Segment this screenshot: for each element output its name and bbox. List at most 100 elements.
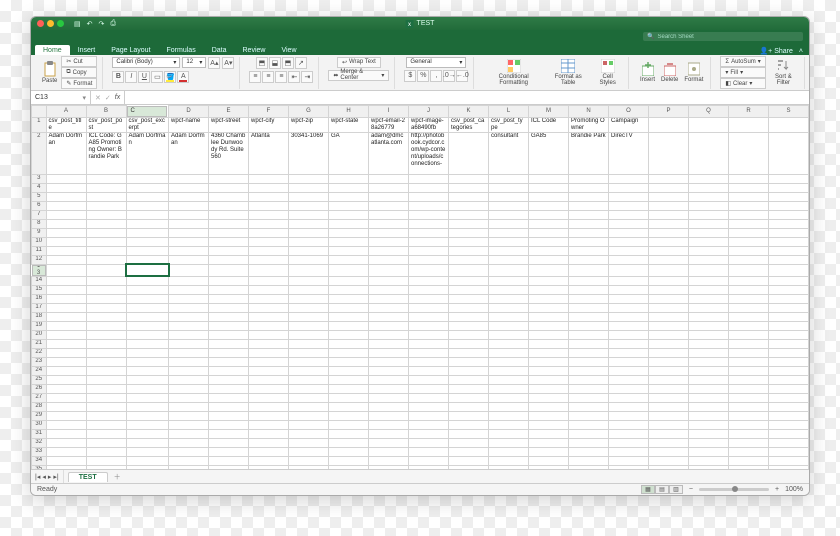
cell[interactable]	[569, 447, 609, 456]
cell[interactable]	[649, 210, 689, 219]
cell[interactable]	[329, 465, 369, 469]
tab-home[interactable]: Home	[35, 45, 70, 55]
cell[interactable]	[769, 312, 809, 321]
cell[interactable]	[569, 438, 609, 447]
cell[interactable]	[169, 339, 209, 348]
cell[interactable]	[289, 393, 329, 402]
cell[interactable]: wpcf-state	[329, 117, 369, 132]
row-header[interactable]: 30	[32, 420, 47, 429]
cell[interactable]	[86, 285, 126, 294]
cell[interactable]	[449, 237, 489, 246]
cell[interactable]	[46, 411, 86, 420]
cell[interactable]	[769, 201, 809, 210]
cell[interactable]: csv_post_categories	[449, 117, 489, 132]
cell[interactable]	[209, 201, 249, 210]
cell[interactable]	[249, 348, 289, 357]
cell[interactable]	[249, 303, 289, 312]
cell[interactable]: Atlanta	[249, 132, 289, 174]
cell[interactable]	[449, 264, 489, 276]
increase-font-button[interactable]: A▴	[208, 57, 220, 69]
cell[interactable]	[369, 339, 409, 348]
cell[interactable]	[529, 393, 569, 402]
next-sheet-button[interactable]: ▸	[48, 473, 52, 481]
cell[interactable]	[609, 393, 649, 402]
cell[interactable]	[689, 330, 729, 339]
cell[interactable]	[649, 174, 689, 183]
cell[interactable]	[689, 294, 729, 303]
cell[interactable]	[409, 384, 449, 393]
cell[interactable]	[569, 237, 609, 246]
cell[interactable]	[449, 174, 489, 183]
cell[interactable]	[86, 465, 126, 469]
cell[interactable]	[769, 228, 809, 237]
cell[interactable]	[769, 303, 809, 312]
cell[interactable]	[329, 294, 369, 303]
cell[interactable]	[209, 465, 249, 469]
cell[interactable]	[569, 192, 609, 201]
minimize-window-button[interactable]	[47, 20, 54, 27]
cell[interactable]	[649, 312, 689, 321]
cell[interactable]	[209, 429, 249, 438]
percent-button[interactable]: %	[417, 70, 429, 82]
currency-button[interactable]: $	[404, 70, 416, 82]
cell[interactable]	[409, 285, 449, 294]
cell[interactable]	[46, 438, 86, 447]
cell[interactable]	[46, 183, 86, 192]
row-header[interactable]: 9	[32, 228, 47, 237]
cell[interactable]	[209, 303, 249, 312]
cell[interactable]	[369, 201, 409, 210]
cell[interactable]	[409, 393, 449, 402]
cell[interactable]	[729, 228, 769, 237]
cell[interactable]	[529, 264, 569, 276]
cell[interactable]	[409, 465, 449, 469]
cell[interactable]	[729, 402, 769, 411]
cell[interactable]	[569, 303, 609, 312]
row-header[interactable]: 12	[32, 255, 47, 264]
cell[interactable]	[249, 339, 289, 348]
cell[interactable]	[649, 438, 689, 447]
zoom-slider[interactable]	[699, 488, 769, 491]
row-header[interactable]: 6	[32, 201, 47, 210]
cell[interactable]	[169, 447, 209, 456]
cell[interactable]	[689, 132, 729, 174]
row-header[interactable]: 14	[32, 276, 47, 285]
cell[interactable]	[649, 294, 689, 303]
cell[interactable]	[289, 312, 329, 321]
cell[interactable]	[769, 237, 809, 246]
cell[interactable]	[729, 321, 769, 330]
cell[interactable]	[169, 393, 209, 402]
cell[interactable]	[126, 294, 169, 303]
row-header[interactable]: 18	[32, 312, 47, 321]
cell[interactable]	[729, 447, 769, 456]
cell[interactable]: wpcf-email-28a26779	[369, 117, 409, 132]
cell[interactable]	[126, 330, 169, 339]
cell[interactable]	[489, 429, 529, 438]
cell[interactable]	[126, 465, 169, 469]
row-header[interactable]: 26	[32, 384, 47, 393]
cell[interactable]	[569, 174, 609, 183]
cell[interactable]: GA85	[529, 132, 569, 174]
cell[interactable]	[609, 276, 649, 285]
cell[interactable]	[289, 246, 329, 255]
cell[interactable]: Adam Dorfman	[126, 132, 169, 174]
cell[interactable]	[769, 447, 809, 456]
cell[interactable]	[86, 303, 126, 312]
cell[interactable]	[409, 321, 449, 330]
cell[interactable]	[689, 447, 729, 456]
format-painter-button[interactable]: ✎Format	[61, 78, 97, 89]
cell[interactable]	[369, 411, 409, 420]
cell[interactable]	[46, 420, 86, 429]
cell[interactable]: wpcf-city	[249, 117, 289, 132]
cell[interactable]	[46, 264, 86, 276]
cell[interactable]	[289, 330, 329, 339]
cell[interactable]	[449, 294, 489, 303]
cell[interactable]	[46, 348, 86, 357]
add-sheet-button[interactable]: ＋	[114, 472, 121, 482]
cell[interactable]	[249, 357, 289, 366]
cell[interactable]	[289, 192, 329, 201]
cell[interactable]	[249, 276, 289, 285]
cell[interactable]	[409, 264, 449, 276]
cell[interactable]	[169, 402, 209, 411]
normal-view-button[interactable]: ▦	[641, 485, 655, 494]
cell[interactable]: csv_post_post	[86, 117, 126, 132]
